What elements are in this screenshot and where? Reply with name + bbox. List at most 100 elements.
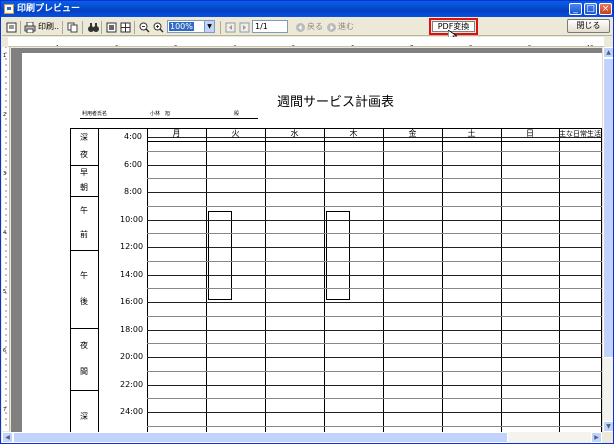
back-circle-icon[interactable] xyxy=(294,21,306,33)
period-separator xyxy=(70,250,98,251)
minimize-button[interactable]: _ xyxy=(569,3,582,15)
time-label: 12:00 xyxy=(120,242,144,251)
toolbar-separator xyxy=(101,21,102,34)
ruler-number: 6 xyxy=(351,45,354,47)
grid-row-line xyxy=(147,302,602,303)
grid-row-line xyxy=(147,343,602,344)
grid-row-line xyxy=(147,426,602,427)
grid-row-line xyxy=(147,206,602,207)
ruler-number: 4 xyxy=(233,45,236,47)
grid-row-line xyxy=(147,385,602,386)
period-label: 深 xyxy=(80,412,88,421)
grid-row-line xyxy=(147,330,602,331)
service-block-tuesday xyxy=(208,211,232,300)
close-preview-button[interactable]: 閉じる xyxy=(567,19,610,33)
time-label: 24:00 xyxy=(120,407,144,416)
zoom-in-icon[interactable] xyxy=(152,21,164,33)
single-page-icon[interactable] xyxy=(105,21,117,33)
grid-row-line xyxy=(147,192,602,193)
preview-toolbar: 印刷.. 100% ▼ 1/1 戻る 進む PDF変換 閉じる xyxy=(2,18,612,42)
document-title: 週間サービス計画表 xyxy=(277,95,395,110)
period-label: 夜 xyxy=(80,150,88,159)
period-label: 間 xyxy=(80,367,88,376)
grid-column-line xyxy=(442,128,443,432)
print-button[interactable]: 印刷.. xyxy=(38,20,59,34)
forward-circle-icon[interactable] xyxy=(325,21,337,33)
ruler-number: 10 xyxy=(587,45,593,47)
maximize-button[interactable]: □ xyxy=(584,3,597,15)
printer-icon[interactable] xyxy=(24,21,36,33)
grid-column-line xyxy=(383,128,384,432)
app-icon xyxy=(4,4,14,14)
chevron-down-icon[interactable]: ▼ xyxy=(204,21,214,32)
grid-column-line xyxy=(206,128,207,432)
zoom-out-icon[interactable] xyxy=(138,21,150,33)
grid-row-line xyxy=(147,371,602,372)
zoom-select[interactable]: 100% ▼ xyxy=(167,20,215,33)
period-separator xyxy=(70,390,98,391)
period-label: 前 xyxy=(80,230,88,239)
toolbar-separator xyxy=(220,21,221,34)
period-label: 午 xyxy=(80,271,88,280)
user-name-underline xyxy=(80,118,258,119)
ruler-number: 7 xyxy=(3,407,6,413)
grid-header-line xyxy=(147,141,602,142)
horizontal-scrollbar[interactable]: ◀ ▶ xyxy=(2,432,602,443)
window-title: 印刷プレビュー xyxy=(17,4,81,14)
grid-column-line xyxy=(501,128,502,432)
grid-column-line xyxy=(265,128,266,432)
ruler-number: 5 xyxy=(292,45,295,47)
ruler-number: 1 xyxy=(56,45,59,47)
toolbar-separator xyxy=(134,21,135,34)
document-page: 週間サービス計画表 利用者氏名 小林 旭 殿 月火水木金土日主な日常生活上4:0… xyxy=(22,53,602,432)
ruler-number: 2 xyxy=(115,45,118,47)
ruler-number: 7 xyxy=(410,45,413,47)
period-label: 夜 xyxy=(80,341,88,350)
grid-row-line xyxy=(147,178,602,179)
four-pages-icon[interactable] xyxy=(119,21,131,33)
grid-row-line xyxy=(147,233,602,234)
user-name-value: 小林 旭 xyxy=(150,111,171,117)
ruler-number: 3 xyxy=(3,171,6,177)
grid-row-line xyxy=(147,316,602,317)
ruler-number: 5 xyxy=(3,289,6,295)
zoom-value: 100% xyxy=(169,22,194,31)
period-label: 早 xyxy=(80,168,88,177)
first-page-icon[interactable] xyxy=(224,21,236,33)
vertical-ruler: 1 2 3 4 5 6 7 xyxy=(2,47,10,431)
time-label: 20:00 xyxy=(120,352,144,361)
close-window-button[interactable]: × xyxy=(599,3,612,15)
vertical-scrollbar[interactable]: ▲ ▼ xyxy=(602,47,613,432)
back-button[interactable]: 戻る xyxy=(307,20,323,34)
binoculars-icon[interactable] xyxy=(87,21,99,33)
grid-row-line xyxy=(147,398,602,399)
vertical-scroll-thumb[interactable] xyxy=(603,58,613,358)
user-name-suffix: 殿 xyxy=(234,111,240,117)
time-label: 16:00 xyxy=(120,297,144,306)
copy-icon[interactable] xyxy=(66,21,78,33)
page-number-input[interactable]: 1/1 xyxy=(252,20,288,33)
prev-page-icon[interactable] xyxy=(238,21,250,33)
scroll-up-icon[interactable]: ▲ xyxy=(603,47,613,58)
grid-row-line xyxy=(147,165,602,166)
scroll-down-icon[interactable]: ▼ xyxy=(603,421,613,432)
ruler-number: 2 xyxy=(3,112,6,118)
horizontal-scroll-thumb[interactable] xyxy=(13,432,508,443)
scroll-left-icon[interactable]: ◀ xyxy=(2,432,13,443)
grid-row-line xyxy=(147,247,602,248)
ruler-number: 1 xyxy=(3,53,6,59)
time-label: 22:00 xyxy=(120,380,144,389)
period-label: 深 xyxy=(80,133,88,142)
user-name-label: 利用者氏名 xyxy=(82,111,108,117)
preview-area[interactable]: 週間サービス計画表 利用者氏名 小林 旭 殿 月火水木金土日主な日常生活上4:0… xyxy=(11,48,602,432)
forward-button[interactable]: 進む xyxy=(338,20,354,34)
scroll-right-icon[interactable]: ▶ xyxy=(591,432,602,443)
time-label: 8:00 xyxy=(124,187,142,196)
period-label: 後 xyxy=(80,297,88,306)
ruler-number: 9 xyxy=(528,45,531,47)
size-grip[interactable] xyxy=(602,432,613,443)
title-bar: 印刷プレビュー _ □ × xyxy=(1,1,613,17)
grid-row-line xyxy=(147,151,602,152)
grid-row-line xyxy=(147,261,602,262)
print-setup-icon[interactable] xyxy=(5,21,17,33)
